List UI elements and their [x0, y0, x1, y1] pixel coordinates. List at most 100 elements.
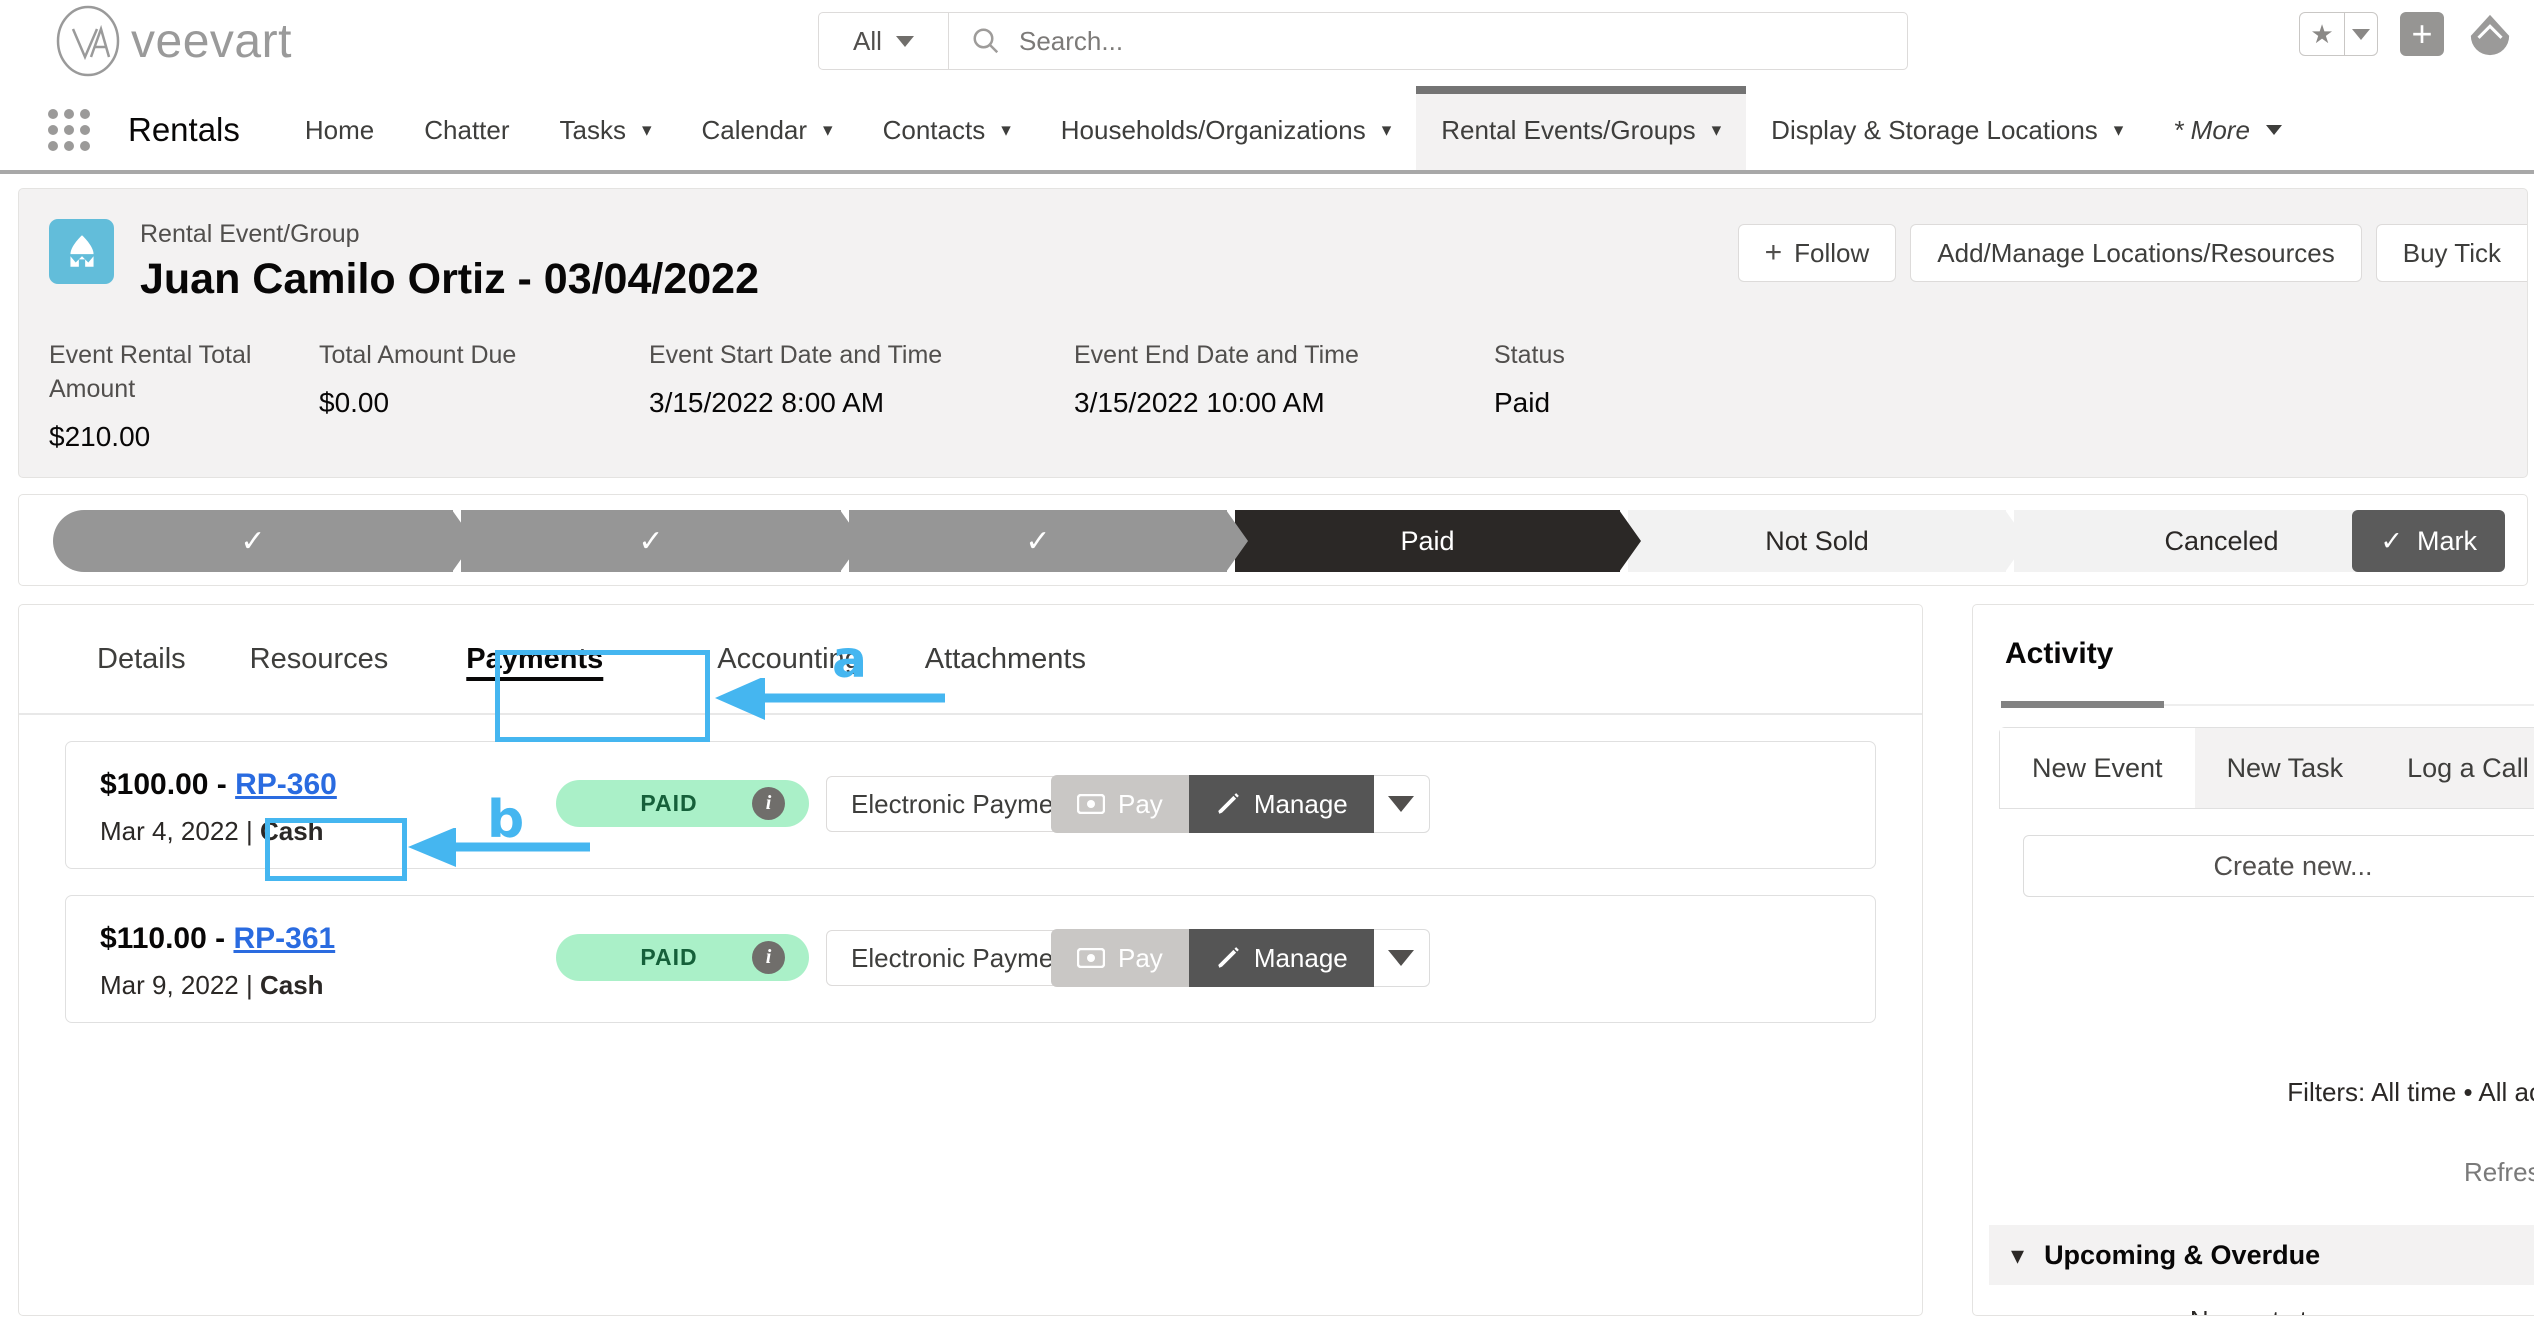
- path-step-1[interactable]: ✓: [53, 510, 474, 572]
- manage-button[interactable]: Manage: [1188, 929, 1374, 987]
- nav-item-chatter[interactable]: Chatter: [399, 90, 534, 170]
- nav-item-label: Calendar: [701, 114, 808, 145]
- table-row: $110.00 - RP-361 Mar 9, 2022 | Cash PAID…: [65, 895, 1876, 1023]
- tab-new-event[interactable]: New Event: [2000, 728, 2195, 808]
- global-actions-button[interactable]: +: [2400, 12, 2444, 56]
- activity-tab-indicator: [2001, 701, 2164, 708]
- follow-button[interactable]: + Follow: [1737, 224, 1897, 282]
- payment-action-group: Pay Manage: [1051, 929, 1430, 987]
- path-step-2[interactable]: ✓: [461, 510, 862, 572]
- nav-item-rental-events-groups[interactable]: Rental Events/Groups ▾: [1416, 86, 1747, 170]
- buy-tickets-label: Buy Tick: [2402, 237, 2501, 268]
- setup-icon[interactable]: [2466, 10, 2514, 58]
- add-manage-locations-resources-label: Add/Manage Locations/Resources: [1937, 237, 2335, 268]
- field-event-end-date-and-time: Event End Date and Time 3/15/2022 10:00 …: [1044, 339, 1464, 455]
- plus-icon: +: [1764, 236, 1783, 269]
- global-search[interactable]: All Search...: [818, 12, 1908, 70]
- nav-item-label: Home: [304, 114, 375, 145]
- check-icon: ✓: [2380, 525, 2403, 556]
- add-manage-locations-resources-button[interactable]: Add/Manage Locations/Resources: [1910, 224, 2362, 282]
- chevron-down-icon: ▾: [1381, 119, 1392, 141]
- path-step-3[interactable]: ✓: [849, 510, 1248, 572]
- search-placeholder: Search...: [1019, 25, 1124, 56]
- activity-filters-label[interactable]: Filters: All time • All acti: [2287, 1077, 2534, 1108]
- money-icon: [1077, 948, 1105, 968]
- upcoming-overdue-section-header[interactable]: ▾ Upcoming & Overdue: [1989, 1225, 2534, 1285]
- payment-separator: -: [208, 768, 236, 801]
- annotation-a-letter: a: [832, 630, 868, 690]
- nav-item-label: Rental Events/Groups: [1441, 114, 1696, 145]
- nav-item-more[interactable]: * More: [2148, 90, 2307, 170]
- status-badge: Paid: [1494, 386, 1551, 418]
- nav-item-label: Households/Organizations: [1060, 114, 1366, 145]
- nav-item-calendar[interactable]: Calendar ▾: [677, 90, 858, 170]
- activity-tabs: New Event New Task Log a Call: [1999, 727, 2534, 809]
- nav-item-tasks[interactable]: Tasks ▾: [535, 90, 677, 170]
- nav-item-contacts[interactable]: Contacts ▾: [858, 90, 1036, 170]
- status-badge-label: PAID: [640, 790, 698, 816]
- veevart-logo[interactable]: veevart: [55, 5, 292, 77]
- tab-log-a-call[interactable]: Log a Call: [2375, 728, 2534, 808]
- record-detail-panel: Details Resources Payments Accounting At…: [18, 604, 1923, 1316]
- payment-actions-dropdown[interactable]: [1373, 929, 1430, 987]
- payment-actions-dropdown[interactable]: [1373, 775, 1430, 833]
- field-label: Total Amount Due: [319, 341, 517, 369]
- app-launcher-icon[interactable]: [38, 90, 100, 170]
- record-header-fields: Event Rental Total Amount $210.00 Total …: [19, 339, 2527, 455]
- favorites-control[interactable]: ★: [2299, 12, 2378, 56]
- nav-item-home[interactable]: Home: [280, 90, 399, 170]
- info-icon[interactable]: i: [752, 941, 785, 974]
- field-total-amount-due: Total Amount Due $0.00: [289, 339, 619, 455]
- field-label: Status: [1494, 341, 1565, 369]
- payment-divider: |: [238, 970, 260, 1000]
- payment-amount: $100.00: [100, 768, 209, 801]
- tab-new-task[interactable]: New Task: [2195, 728, 2376, 808]
- payment-reference-link-rp-361[interactable]: RP-361: [233, 922, 335, 956]
- chevron-down-icon[interactable]: [2344, 13, 2377, 55]
- caret-down-icon: [1388, 950, 1415, 966]
- caret-down-icon: [1388, 796, 1415, 812]
- activity-refresh-link[interactable]: Refresh: [2464, 1157, 2534, 1188]
- follow-button-label: Follow: [1794, 237, 1870, 268]
- path-step-not-sold[interactable]: Not Sold: [1628, 510, 2027, 572]
- veevart-logo-text: veevart: [131, 14, 292, 68]
- payment-amount: $110.00: [100, 922, 207, 955]
- mark-status-button[interactable]: ✓ Mark: [2352, 510, 2505, 572]
- veevart-logo-mark: [56, 5, 120, 77]
- annotation-a-arrow: [715, 678, 945, 720]
- pay-button[interactable]: Pay: [1051, 775, 1189, 833]
- page-title: Juan Camilo Ortiz - 03/04/2022: [140, 255, 759, 304]
- tab-label: Log a Call: [2407, 752, 2529, 783]
- search-scope-selector[interactable]: All: [819, 13, 949, 69]
- chevron-down-icon: ▾: [641, 119, 652, 141]
- buy-tickets-button[interactable]: Buy Tick: [2375, 224, 2527, 282]
- path-step-paid[interactable]: Paid: [1235, 510, 1641, 572]
- pay-button[interactable]: Pay: [1051, 929, 1189, 987]
- path-step-label: Canceled: [2164, 525, 2279, 556]
- annotation-b-box: [265, 818, 407, 881]
- check-icon: ✓: [240, 524, 266, 558]
- star-icon[interactable]: ★: [2300, 13, 2344, 55]
- record-header-actions: + Follow Add/Manage Locations/Resources …: [1737, 224, 2527, 282]
- tab-details[interactable]: Details: [65, 604, 218, 714]
- app-navigation-bar: Rentals Home Chatter Tasks ▾ Calendar ▾ Co…: [0, 86, 2534, 174]
- nav-item-households-organizations[interactable]: Households/Organizations ▾: [1036, 90, 1417, 170]
- app-page: veevart All Search... ★ + Rentals Home C…: [0, 0, 2534, 1328]
- sales-path: ✓ ✓ ✓ Paid Not Sold Canceled ✓ Mark: [18, 494, 2528, 586]
- nav-item-display-storage-locations[interactable]: Display & Storage Locations ▾: [1746, 90, 2148, 170]
- info-icon[interactable]: i: [752, 787, 785, 820]
- plus-icon: +: [2411, 13, 2433, 54]
- activity-panel: Activity New Event New Task Log a Call C…: [1972, 604, 2534, 1316]
- field-label: Event End Date and Time: [1074, 341, 1359, 369]
- section-title: Upcoming & Overdue: [2044, 1239, 2321, 1270]
- chevron-down-icon: ▾: [2113, 119, 2124, 141]
- tab-resources[interactable]: Resources: [218, 604, 421, 714]
- search-input[interactable]: Search...: [949, 13, 1907, 69]
- tab-label: Attachments: [924, 642, 1086, 675]
- create-new-input[interactable]: Create new...: [2023, 835, 2534, 897]
- payment-reference-link-rp-360[interactable]: RP-360: [235, 768, 337, 802]
- field-value: $210.00: [49, 420, 151, 452]
- tab-label: New Event: [2032, 752, 2163, 783]
- tab-label: Details: [97, 642, 186, 675]
- manage-button[interactable]: Manage: [1188, 775, 1374, 833]
